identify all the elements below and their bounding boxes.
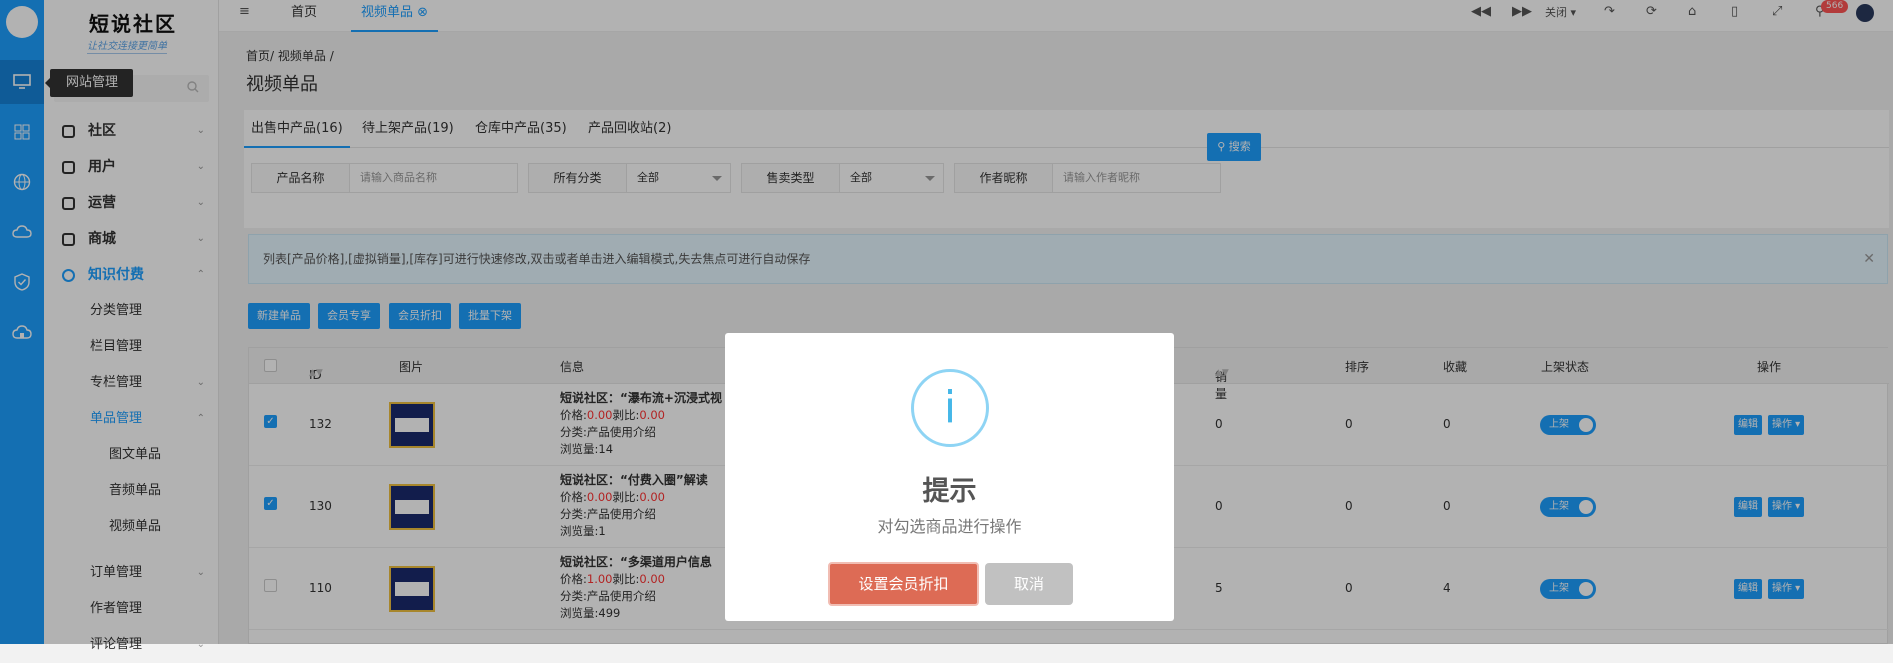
set-member-discount-button[interactable]: 设置会员折扣	[828, 562, 979, 606]
dialog-title: 提示	[922, 476, 977, 507]
cancel-button[interactable]: 取消	[985, 563, 1073, 605]
confirm-dialog: i 提示 对勾选商品进行操作 设置会员折扣 取消	[725, 333, 1174, 621]
dialog-message: 对勾选商品进行操作	[877, 517, 1022, 536]
info-icon: i	[911, 369, 989, 447]
